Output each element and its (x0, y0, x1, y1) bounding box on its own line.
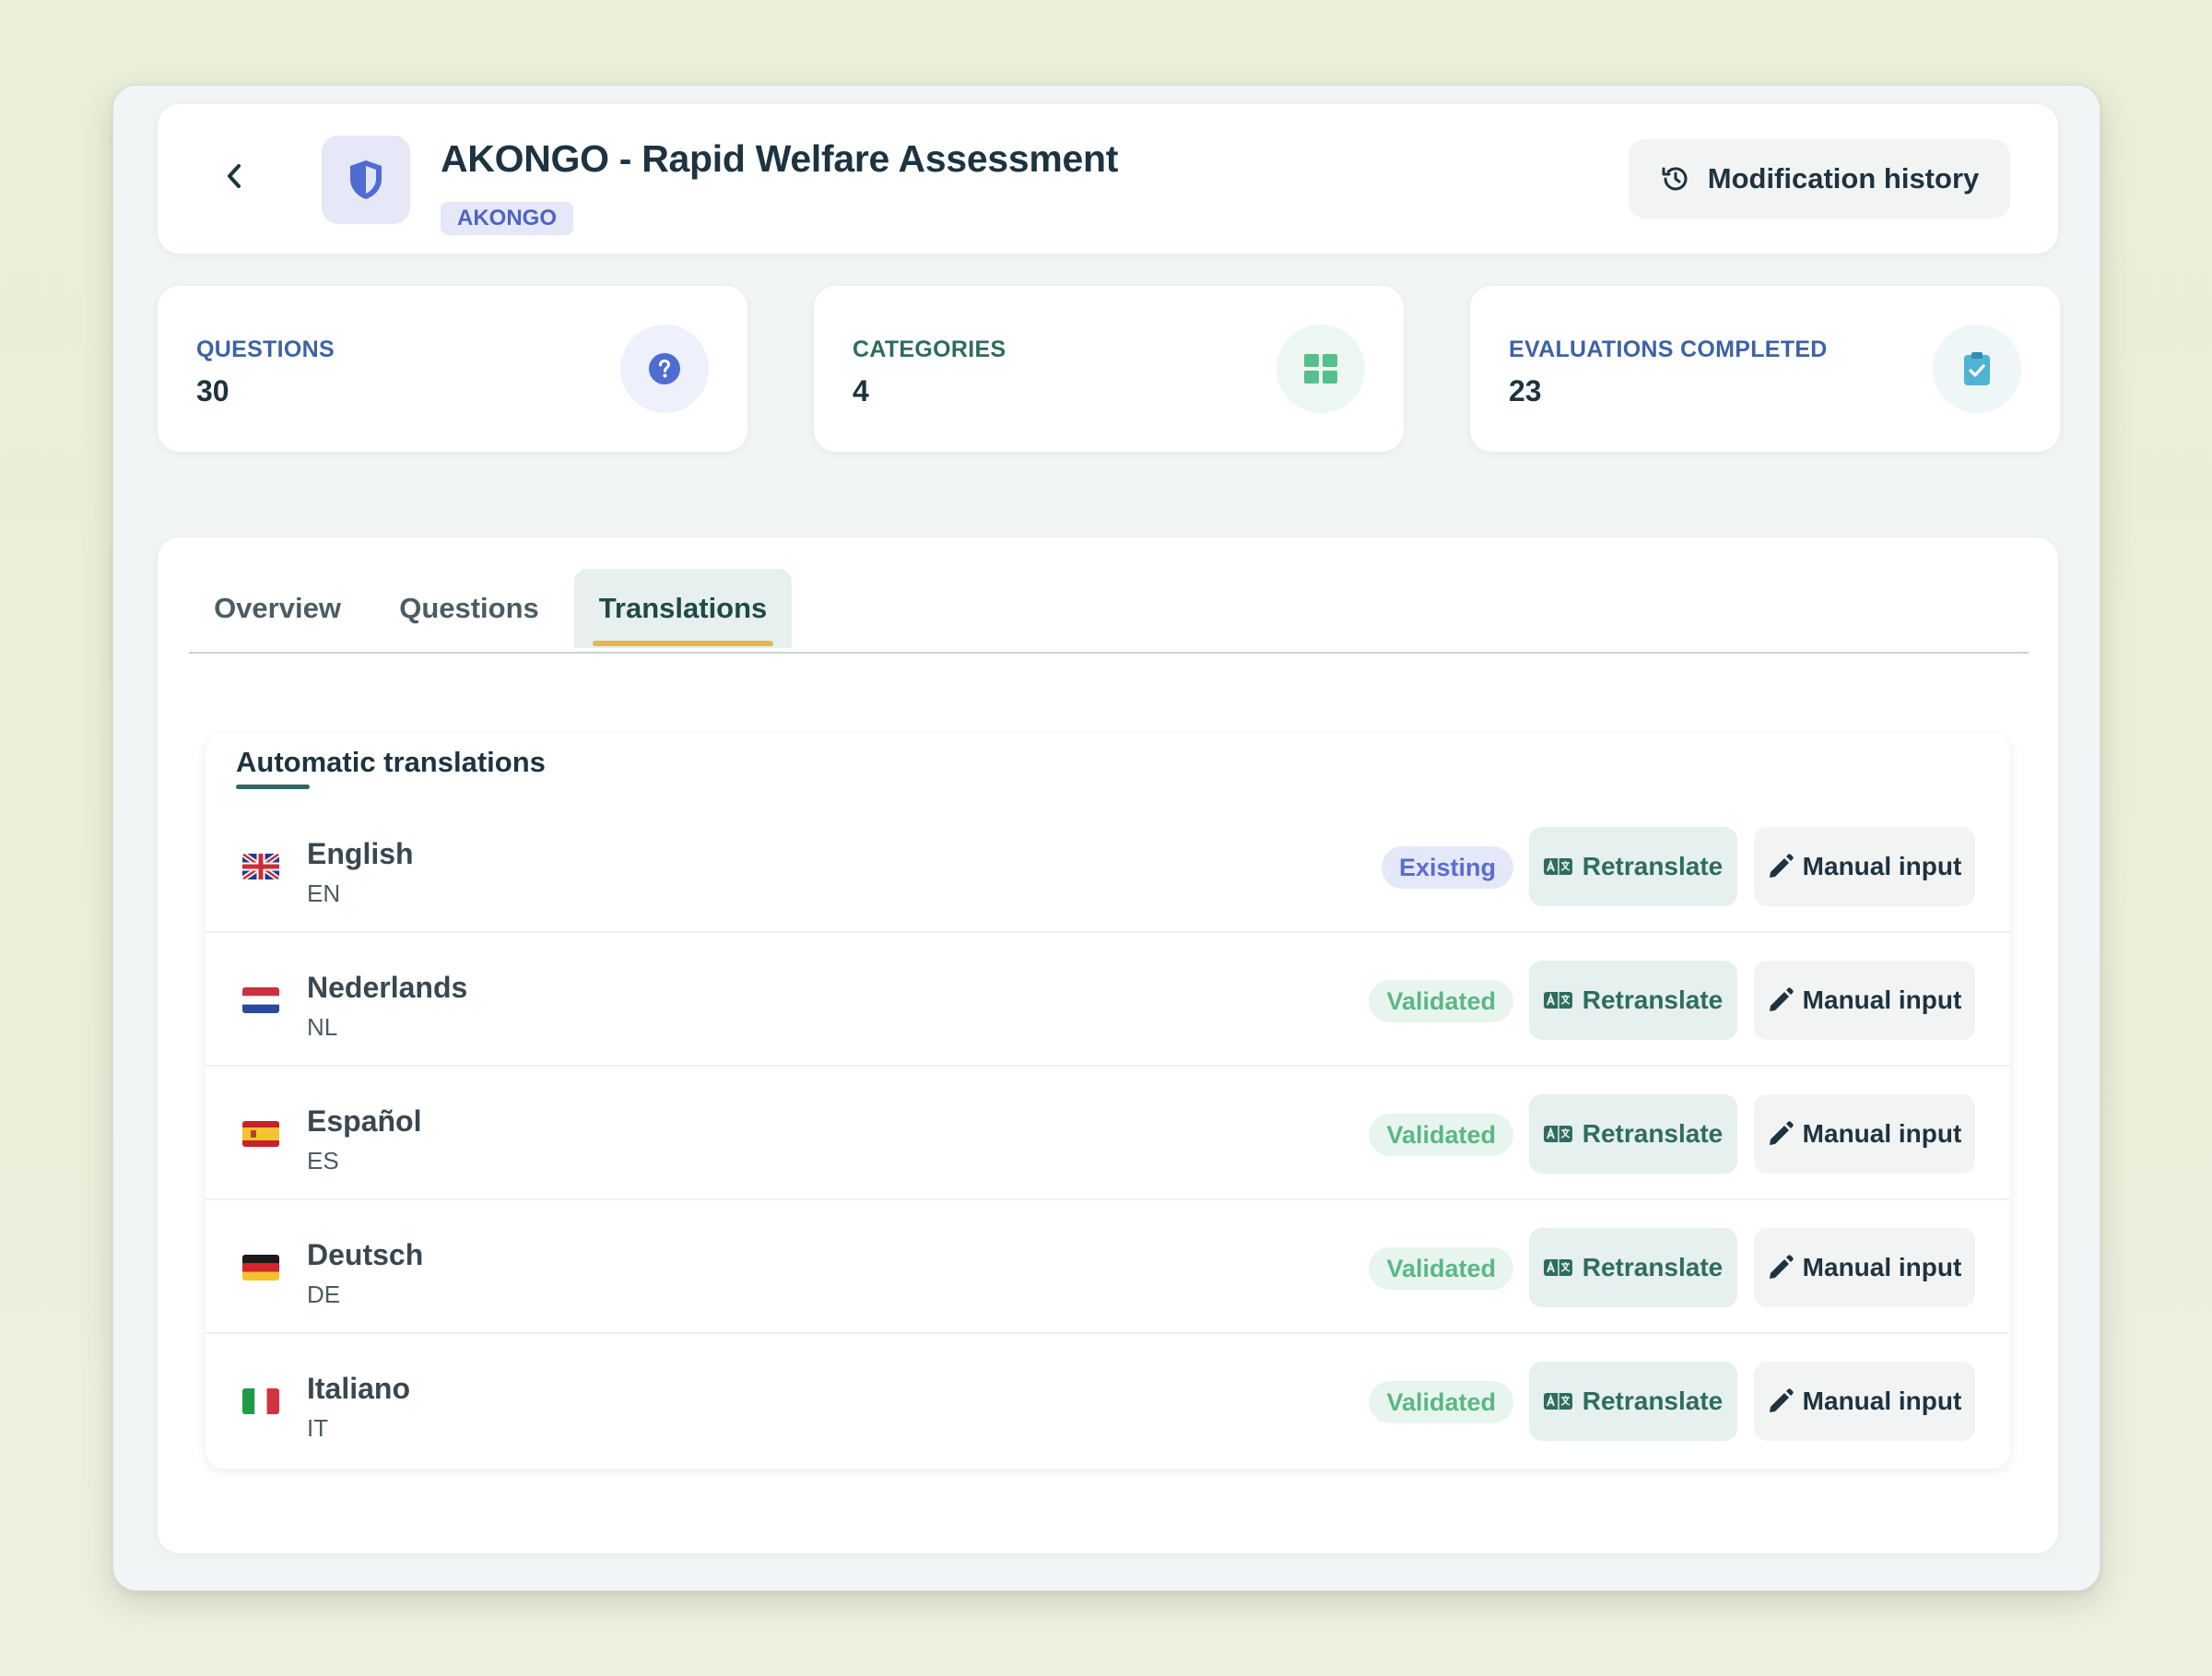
language-code: IT (307, 1414, 329, 1442)
manual-input-button[interactable]: Manual input (1754, 1094, 1975, 1174)
translate-icon (1543, 858, 1572, 875)
tab-overview[interactable]: Overview (189, 569, 366, 648)
retranslate-label: Retranslate (1582, 852, 1724, 880)
language-name: English (307, 837, 414, 870)
flag-uk-icon (242, 854, 279, 879)
retranslate-button[interactable]: Retranslate (1529, 1362, 1737, 1441)
pencil-icon (1769, 1121, 1794, 1145)
back-button[interactable] (218, 159, 251, 193)
tab-questions[interactable]: Questions (373, 569, 565, 648)
stat-value: 23 (1509, 374, 1542, 407)
section-title: Automatic translations (236, 746, 546, 778)
page-title: AKONGO - Rapid Welfare Assessment (441, 137, 1119, 180)
pencil-icon (1769, 1255, 1794, 1279)
chevron-left-icon (228, 164, 241, 188)
language-code: EN (307, 879, 341, 907)
language-row-es: Español ES Validated Retranslate Manual … (206, 1068, 2010, 1200)
status-badge: Validated (1369, 1247, 1513, 1290)
manual-input-button[interactable]: Manual input (1754, 827, 1975, 906)
manual-input-label: Manual input (1802, 1387, 1962, 1415)
grid-icon (1304, 354, 1337, 384)
main-card: Overview Questions Translations Automati… (158, 537, 2058, 1553)
clipboard-check-icon (1964, 352, 1990, 385)
modification-history-button[interactable]: Modification history (1629, 139, 2010, 218)
stat-value: 30 (196, 374, 229, 407)
pencil-icon (1769, 854, 1794, 878)
flag-de-icon (242, 1255, 279, 1281)
retranslate-label: Retranslate (1582, 1119, 1724, 1148)
language-row-de: Deutsch DE Validated Retranslate Manual … (206, 1201, 2010, 1334)
flag-nl-icon (242, 987, 279, 1013)
app-window: AKONGO - Rapid Welfare Assessment AKONGO… (112, 85, 2100, 1591)
language-code: DE (307, 1281, 341, 1308)
translate-icon (1543, 1126, 1572, 1142)
code-badge: AKONGO (441, 202, 573, 235)
translate-icon (1543, 992, 1572, 1009)
status-badge: Validated (1369, 980, 1513, 1022)
retranslate-button[interactable]: Retranslate (1529, 961, 1737, 1040)
retranslate-button[interactable]: Retranslate (1529, 1094, 1737, 1174)
question-circle-icon (649, 353, 680, 384)
retranslate-label: Retranslate (1582, 1387, 1724, 1415)
language-name: Español (307, 1104, 422, 1138)
header-card: AKONGO - Rapid Welfare Assessment AKONGO… (158, 104, 2058, 254)
flag-es-icon (242, 1121, 279, 1147)
manual-input-label: Manual input (1802, 1119, 1962, 1148)
stat-card-evaluations: EVALUATIONS COMPLETED 23 (1470, 286, 2060, 452)
status-badge: Validated (1369, 1114, 1513, 1156)
stat-icon-wrap (1277, 325, 1365, 413)
translate-icon (1543, 1259, 1572, 1276)
manual-input-label: Manual input (1802, 852, 1962, 880)
manual-input-button[interactable]: Manual input (1754, 961, 1975, 1040)
language-name: Deutsch (307, 1238, 424, 1271)
shield-icon (350, 160, 382, 199)
manual-input-label: Manual input (1802, 1253, 1962, 1281)
language-name: Italiano (307, 1372, 411, 1405)
stat-label: QUESTIONS (196, 336, 335, 362)
retranslate-label: Retranslate (1582, 986, 1724, 1014)
status-badge: Validated (1369, 1381, 1513, 1423)
manual-input-label: Manual input (1802, 986, 1962, 1014)
stat-icon-wrap (1933, 325, 2021, 413)
language-name: Nederlands (307, 971, 468, 1004)
flag-it-icon (242, 1388, 279, 1414)
stat-label: EVALUATIONS COMPLETED (1509, 336, 1828, 362)
stat-value: 4 (853, 374, 869, 407)
language-row-en: English EN Existing Retranslate Manual i… (206, 800, 2010, 933)
section-title-underline (236, 785, 310, 789)
stat-card-categories: CATEGORIES 4 (814, 286, 1404, 452)
modification-history-label: Modification history (1707, 162, 1980, 195)
tab-translations[interactable]: Translations (574, 569, 792, 648)
status-badge: Existing (1381, 846, 1513, 889)
language-code: ES (307, 1147, 339, 1174)
tab-bar: Overview Questions Translations (189, 569, 2029, 654)
pencil-icon (1769, 987, 1794, 1011)
pencil-icon (1769, 1388, 1794, 1412)
language-row-nl: Nederlands NL Validated Retranslate Manu… (206, 934, 2010, 1067)
language-row-it: Italiano IT Validated Retranslate Manual… (206, 1335, 2010, 1468)
language-code: NL (307, 1013, 338, 1041)
stat-card-questions: QUESTIONS 30 (158, 286, 747, 452)
stat-label: CATEGORIES (853, 336, 1006, 362)
manual-input-button[interactable]: Manual input (1754, 1228, 1975, 1307)
automatic-translations-section: Automatic translations English EN Existi… (206, 733, 2010, 1469)
translate-icon (1543, 1393, 1572, 1410)
stat-icon-wrap (620, 325, 709, 413)
manual-input-button[interactable]: Manual input (1754, 1362, 1975, 1441)
retranslate-label: Retranslate (1582, 1253, 1724, 1281)
retranslate-button[interactable]: Retranslate (1529, 827, 1737, 906)
assessment-logo (322, 136, 410, 224)
retranslate-button[interactable]: Retranslate (1529, 1228, 1737, 1307)
history-icon (1662, 167, 1688, 191)
